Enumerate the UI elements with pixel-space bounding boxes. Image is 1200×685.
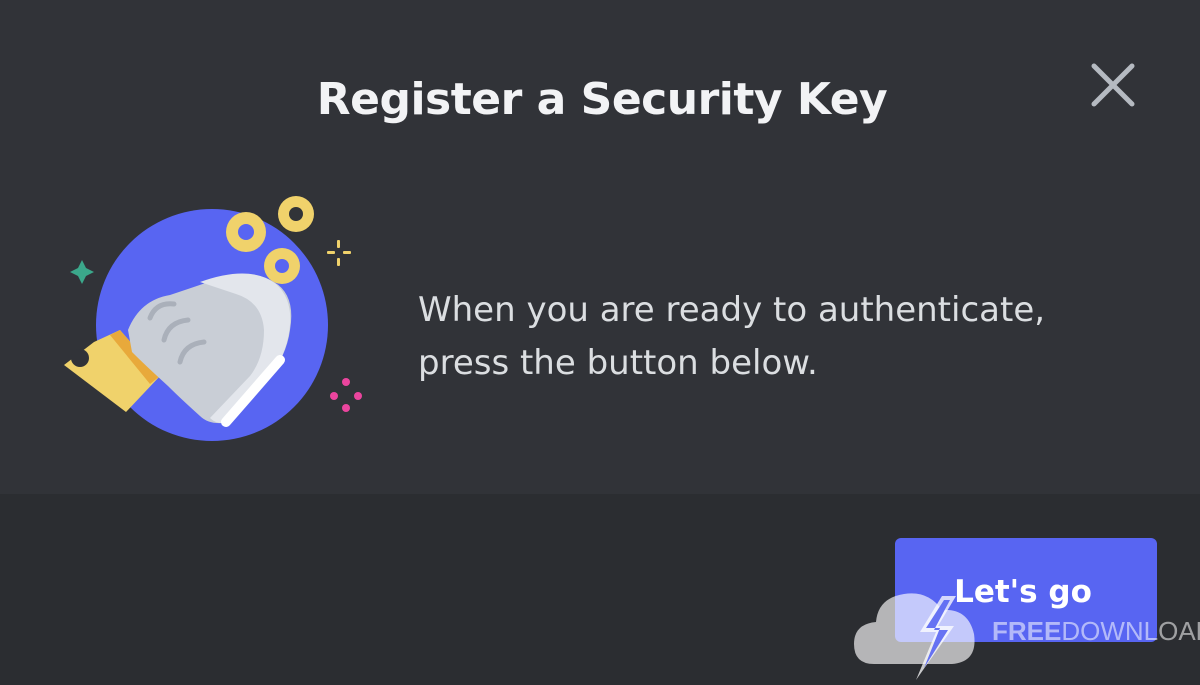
modal-body: Register a Security Key When you are rea… [0, 0, 1200, 494]
modal-description: When you are ready to authenticate, pres… [418, 284, 1138, 390]
watermark-brand-strong: FREE [992, 616, 1062, 646]
security-key-illustration [50, 190, 370, 450]
close-button[interactable] [1086, 58, 1140, 112]
close-icon [1091, 63, 1135, 107]
watermark: FREEDOWNLOAD [852, 576, 1200, 685]
security-key-modal: Register a Security Key When you are rea… [0, 0, 1200, 685]
watermark-text: FREEDOWNLOAD [992, 616, 1200, 647]
description-line-1: When you are ready to authenticate, [418, 290, 1046, 330]
modal-title: Register a Security Key [316, 74, 888, 125]
description-line-2: press the button below. [418, 343, 818, 383]
cloud-lightning-icon [854, 593, 975, 680]
watermark-brand-light: DOWNLOAD [1061, 616, 1200, 646]
